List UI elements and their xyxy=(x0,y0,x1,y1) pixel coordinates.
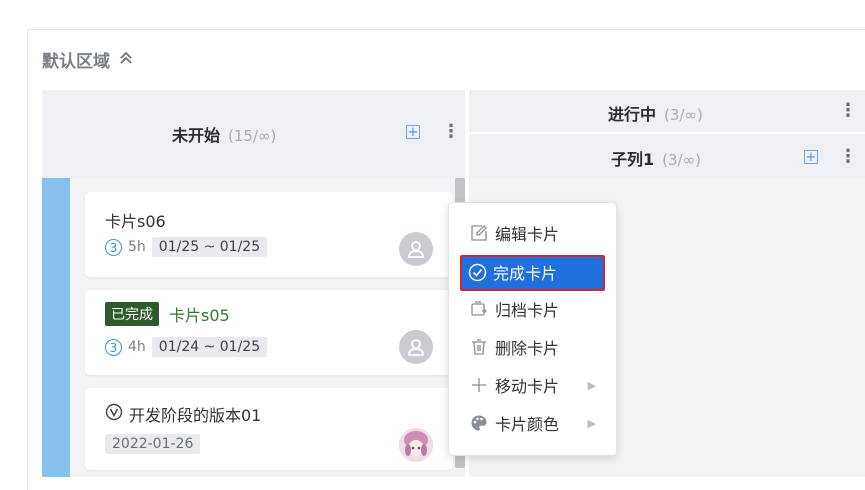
column-title: 未开始 xyxy=(172,126,221,145)
subcolumn-title: 子列1 xyxy=(611,150,655,169)
milestone-icon xyxy=(105,403,123,425)
menu-item-label: 移动卡片 xyxy=(495,377,560,396)
hours: 5h xyxy=(128,239,146,255)
more-vertical-icon[interactable]: ⋮ xyxy=(442,123,460,141)
card-title: 卡片s06 xyxy=(105,212,166,231)
avatar[interactable] xyxy=(399,232,433,266)
card-meta: 3 5h 01/25 ~ 01/25 xyxy=(105,237,268,257)
column-title-wrap: 进行中 (3/∞) xyxy=(608,101,703,125)
card[interactable]: 开发阶段的版本01 2022-01-26 xyxy=(85,388,453,470)
menu-item-color[interactable]: 卡片颜色 ▶ xyxy=(449,404,616,442)
column-title-wrap: 未开始 (15/∞) xyxy=(172,122,276,146)
story-points: 3 xyxy=(105,338,122,356)
card-title-row: 已完成 卡片s05 xyxy=(105,302,230,326)
subcolumn-count: (3/∞) xyxy=(662,151,701,169)
chevrons-up-icon[interactable] xyxy=(118,49,134,70)
add-card-icon[interactable]: + xyxy=(406,125,420,139)
card[interactable]: 已完成 卡片s05 3 4h 01/24 ~ 01/25 xyxy=(85,290,453,375)
menu-item-label: 卡片颜色 xyxy=(495,415,560,434)
trash-icon xyxy=(469,337,489,357)
menu-item-label: 归档卡片 xyxy=(495,301,560,320)
area-header[interactable]: 默认区域 xyxy=(42,47,134,72)
done-badge: 已完成 xyxy=(105,302,159,326)
card-meta: 2022-01-26 xyxy=(105,434,201,454)
column-count: (3/∞) xyxy=(664,106,703,124)
user-icon xyxy=(408,241,424,258)
more-vertical-icon[interactable]: ⋮ xyxy=(839,148,857,166)
menu-item-label: 编辑卡片 xyxy=(495,225,560,244)
swimlane-stripe xyxy=(42,178,70,477)
menu-item-label: 删除卡片 xyxy=(495,339,560,358)
more-vertical-icon[interactable]: ⋮ xyxy=(839,102,857,120)
chevron-right-icon: ▶ xyxy=(587,378,596,392)
date-range: 01/25 ~ 01/25 xyxy=(151,237,268,257)
archive-icon xyxy=(469,299,489,319)
card-meta: 3 4h 01/24 ~ 01/25 xyxy=(105,337,268,357)
add-card-icon[interactable]: + xyxy=(804,150,818,164)
card[interactable]: 卡片s06 3 5h 01/25 ~ 01/25 xyxy=(85,192,453,277)
context-menu: 编辑卡片 归档卡片 删除卡片 移动卡片 ▶ 卡片颜色 ▶ xyxy=(448,202,617,456)
edit-icon xyxy=(469,223,489,243)
menu-item-delete[interactable]: 删除卡片 xyxy=(449,328,616,366)
avatar[interactable] xyxy=(399,330,433,364)
card-title: 开发阶段的版本01 xyxy=(129,406,262,425)
avatar-image-icon xyxy=(399,428,433,462)
user-icon xyxy=(408,339,424,356)
card-title: 卡片s05 xyxy=(169,306,230,325)
menu-item-label: 完成卡片 xyxy=(493,264,558,283)
avatar[interactable] xyxy=(399,428,433,462)
check-circle-icon xyxy=(468,263,487,282)
menu-item-edit[interactable]: 编辑卡片 xyxy=(449,214,616,252)
move-icon xyxy=(469,375,489,395)
area-title: 默认区域 xyxy=(42,52,110,72)
hours: 4h xyxy=(128,339,146,355)
menu-item-archive[interactable]: 归档卡片 xyxy=(449,290,616,328)
story-points: 3 xyxy=(105,238,122,256)
menu-item-complete-content[interactable]: 完成卡片 xyxy=(468,260,557,284)
chevron-right-icon: ▶ xyxy=(587,416,596,430)
palette-icon xyxy=(469,413,489,433)
card-date: 2022-01-26 xyxy=(105,434,201,454)
column-title: 进行中 xyxy=(608,105,657,124)
card-title-row: 开发阶段的版本01 xyxy=(105,402,261,426)
column-count: (15/∞) xyxy=(228,127,277,145)
subcolumn-title-wrap: 子列1 (3/∞) xyxy=(611,146,701,170)
menu-item-move[interactable]: 移动卡片 ▶ xyxy=(449,366,616,404)
date-range: 01/24 ~ 01/25 xyxy=(151,337,268,357)
